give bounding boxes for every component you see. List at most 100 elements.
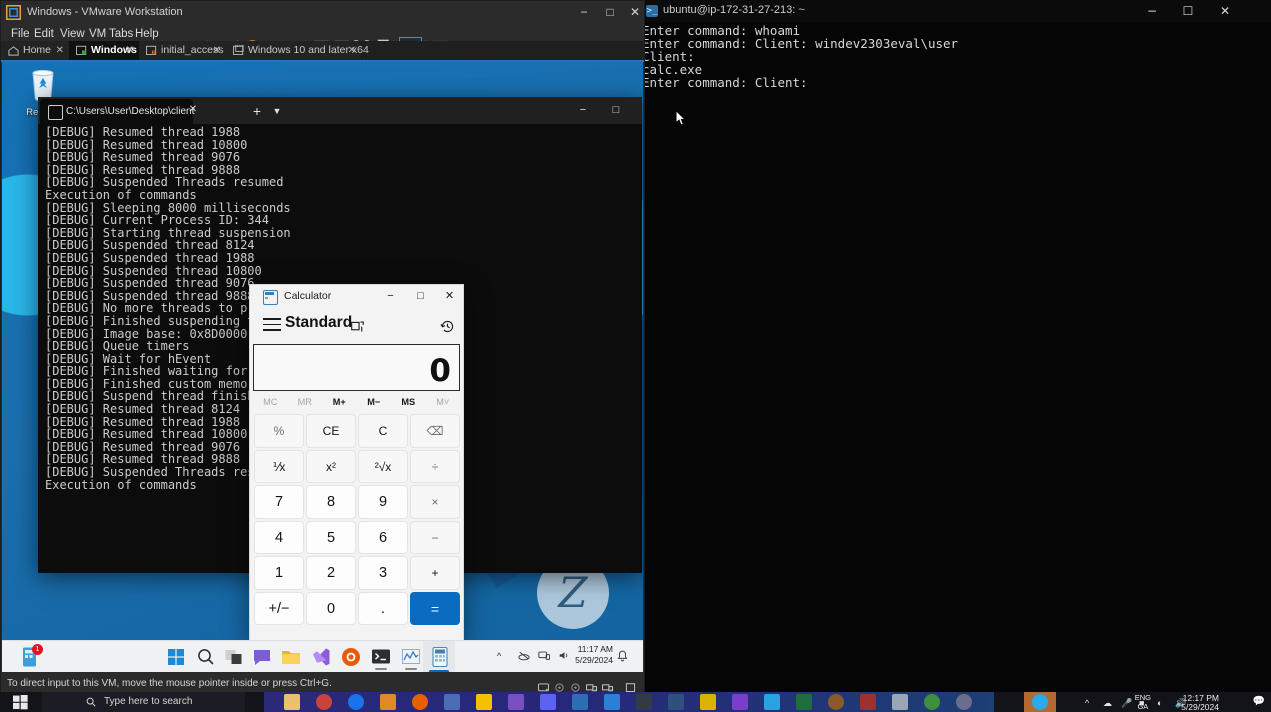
vmware-tab-home[interactable]: Home ✕: [1, 41, 70, 60]
vmware-tab-windows10[interactable]: Windows 10 and later x64 ✕: [226, 41, 369, 60]
host-app-ida-pro-icon[interactable]: [668, 694, 684, 710]
host-taskbar[interactable]: Type here to search ^ ☁ 🎤 ■ ◐ 🔊 ENG GA 1…: [0, 692, 1271, 712]
windows-terminal-new-tab-button[interactable]: +: [248, 102, 266, 120]
calc-key-decimal[interactable]: .: [358, 591, 408, 625]
memory-clear-button[interactable]: MC: [253, 392, 288, 413]
host-tray-microphone-icon[interactable]: 🎤: [1121, 698, 1132, 709]
host-tray-network-icon[interactable]: ◐: [1157, 698, 1162, 708]
vmware-tab-windows[interactable]: Windows ✕: [69, 41, 140, 62]
calc-key-sqrt[interactable]: ²√x: [358, 449, 408, 483]
host-pinned-apps[interactable]: [264, 692, 994, 712]
memory-subtract-button[interactable]: M−: [357, 392, 392, 413]
taskbar-process-hacker-icon[interactable]: [400, 646, 422, 670]
windows-terminal-minimize-button[interactable]: −: [570, 101, 596, 120]
hamburger-menu-icon[interactable]: [263, 318, 281, 332]
host-app-vs-code-icon[interactable]: [604, 694, 620, 710]
calc-key-square[interactable]: x²: [306, 449, 356, 483]
host-app-terminal-icon[interactable]: [636, 694, 652, 710]
host-clock[interactable]: 12:17 PM 5/29/2024: [1181, 694, 1219, 712]
vmware-close-button[interactable]: ✕: [622, 2, 648, 22]
calc-key-multiply[interactable]: ×: [410, 485, 460, 519]
host-app-flash-icon[interactable]: [540, 694, 556, 710]
calc-key-8[interactable]: 8: [306, 485, 356, 519]
memory-dropdown-button[interactable]: M˅: [426, 392, 461, 413]
calc-key-7[interactable]: 7: [254, 485, 304, 519]
history-icon[interactable]: [440, 319, 455, 334]
calculator-memory-row[interactable]: MC MR M+ M− MS M˅: [253, 392, 460, 413]
windows-terminal-tabbar[interactable]: C:\Users\User\Desktop\client ✕ + ▼ − □: [38, 97, 642, 124]
calculator-close-button[interactable]: ✕: [435, 285, 464, 308]
status-network-adapter2-icon[interactable]: [602, 679, 613, 692]
calc-key-6[interactable]: 6: [358, 520, 408, 554]
tray-chevron-up-icon[interactable]: ^: [497, 651, 501, 661]
keep-on-top-icon[interactable]: [351, 321, 364, 333]
vmware-tab-close-icon[interactable]: ✕: [213, 41, 221, 60]
status-network-adapter-icon[interactable]: [586, 679, 597, 692]
calc-key-ce[interactable]: CE: [306, 414, 356, 448]
taskbar-task-view-icon[interactable]: [223, 646, 245, 668]
calc-key-divide[interactable]: ÷: [410, 449, 460, 483]
tray-volume-icon[interactable]: [558, 650, 570, 663]
taskbar-chat-icon[interactable]: [251, 646, 273, 668]
calc-key-4[interactable]: 4: [254, 520, 304, 554]
host-app-telegram-icon[interactable]: [1032, 694, 1048, 710]
host-app-todoist-icon[interactable]: [764, 694, 780, 710]
notification-bell-icon[interactable]: [617, 650, 628, 664]
memory-recall-button[interactable]: MR: [288, 392, 323, 413]
host-app-bear-icon[interactable]: [828, 694, 844, 710]
calc-key-reciprocal[interactable]: ⅟x: [254, 449, 304, 483]
terminal-output[interactable]: Enter command: whoami Enter command: Cli…: [640, 14, 1271, 674]
taskbar-vs-code-icon[interactable]: [310, 646, 332, 668]
vmware-tab-close-icon[interactable]: ✕: [126, 41, 134, 60]
host-app-windows-sandbox-icon[interactable]: [892, 694, 908, 710]
calc-key-0[interactable]: 0: [306, 591, 356, 625]
status-cd-drive2-icon[interactable]: [570, 679, 581, 692]
guest-os-screen[interactable]: Z Recycle C:\Users\User\Desktop\client ✕…: [2, 62, 643, 672]
guest-taskbar[interactable]: 1 ^ 11:17 AM 5/29/2024: [2, 640, 643, 672]
calc-key-9[interactable]: 9: [358, 485, 408, 519]
host-app-chrome-beta-icon[interactable]: [924, 694, 940, 710]
host-app-telegram-active[interactable]: [1024, 692, 1056, 712]
host-app-excel-icon[interactable]: [796, 694, 812, 710]
taskbar-app-notification[interactable]: 1: [20, 644, 43, 668]
windows-terminal-tab[interactable]: C:\Users\User\Desktop\client: [40, 99, 194, 124]
status-hard-disk-icon[interactable]: [538, 679, 549, 692]
calculator-display[interactable]: 0: [253, 344, 460, 391]
taskbar-windows-terminal-icon[interactable]: [370, 646, 392, 670]
taskbar-firefox-icon[interactable]: [340, 646, 362, 668]
calculator-maximize-button[interactable]: □: [406, 285, 435, 308]
calc-key-backspace[interactable]: ⌫: [410, 414, 460, 448]
host-action-center-icon[interactable]: 💬: [1253, 696, 1265, 707]
calc-key-equals[interactable]: =: [410, 591, 460, 625]
calc-key-negate[interactable]: +/−: [254, 591, 304, 625]
host-app-ghidra-icon[interactable]: [732, 694, 748, 710]
host-app-keepass-icon[interactable]: [700, 694, 716, 710]
host-search-box[interactable]: Type here to search: [42, 692, 245, 712]
calculator-window[interactable]: Calculator − □ ✕ Standard 0 MC MR M+ M− …: [249, 284, 464, 641]
vmware-tab-close-icon[interactable]: ✕: [56, 41, 64, 60]
calc-key-2[interactable]: 2: [306, 556, 356, 590]
taskbar-file-explorer-icon[interactable]: [280, 646, 302, 668]
status-cd-drive-icon[interactable]: [554, 679, 565, 692]
vmware-titlebar[interactable]: Windows - VMware Workstation − □ ✕: [1, 1, 644, 24]
host-app-firefox-icon[interactable]: [412, 694, 428, 710]
calc-key-3[interactable]: 3: [358, 556, 408, 590]
calc-key-1[interactable]: 1: [254, 556, 304, 590]
calc-key-subtract[interactable]: −: [410, 520, 460, 554]
tray-network-icon[interactable]: [538, 650, 551, 663]
calculator-minimize-button[interactable]: −: [376, 285, 405, 308]
host-app-sticky-notes-icon[interactable]: [476, 694, 492, 710]
calculator-titlebar[interactable]: Calculator − □ ✕: [250, 285, 463, 308]
host-app-google-chrome-icon[interactable]: [348, 694, 364, 710]
host-app-cherry-icon[interactable]: [316, 694, 332, 710]
host-app-tor-browser-icon[interactable]: [956, 694, 972, 710]
host-tray-onedrive-icon[interactable]: ☁: [1103, 698, 1112, 709]
host-start-button[interactable]: [0, 692, 42, 712]
memory-store-button[interactable]: MS: [391, 392, 426, 413]
taskbar-search-icon[interactable]: [195, 646, 217, 668]
host-app-vs-code-insiders-icon[interactable]: [508, 694, 524, 710]
windows-terminal-dropdown-icon[interactable]: ▼: [268, 102, 286, 120]
calc-key-5[interactable]: 5: [306, 520, 356, 554]
memory-add-button[interactable]: M+: [322, 392, 357, 413]
ubuntu-ssh-terminal-window[interactable]: >_ ubuntu@ip-172-31-27-213: ~ − ☐ ✕ Ente…: [640, 0, 1271, 690]
